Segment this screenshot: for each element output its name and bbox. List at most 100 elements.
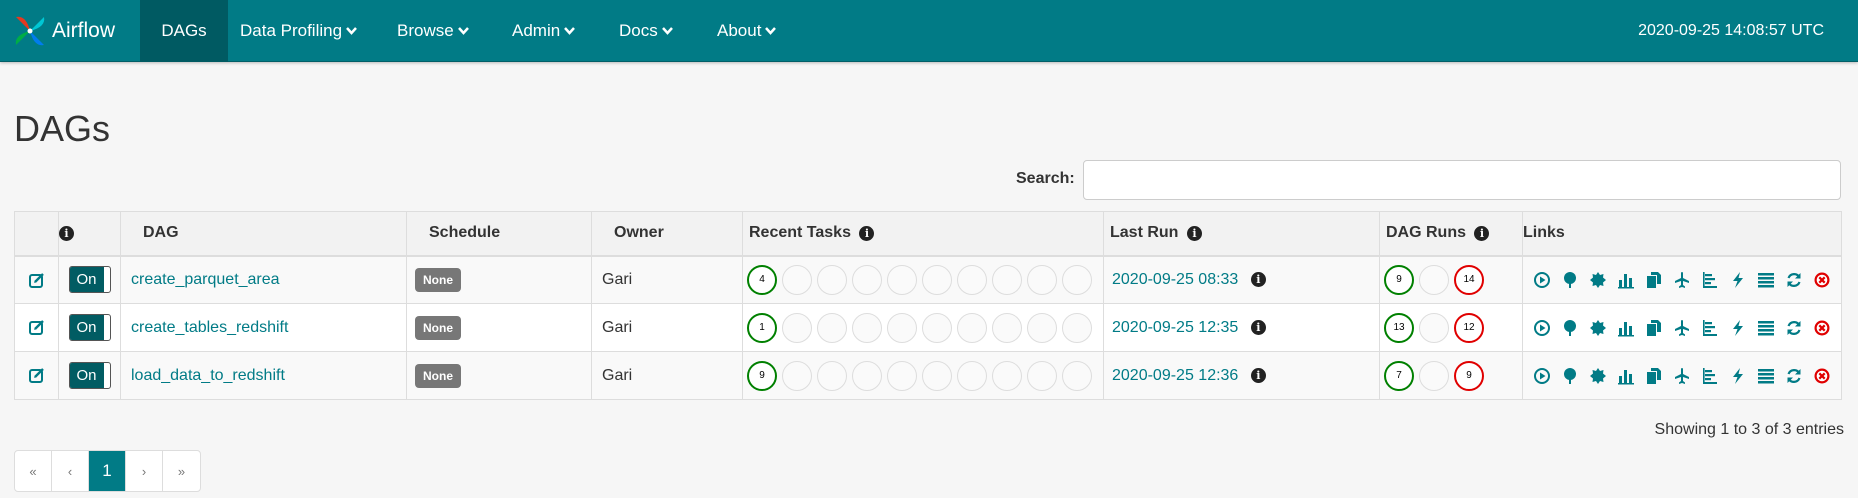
search-input[interactable] <box>1083 160 1841 200</box>
info-icon[interactable]: i <box>1250 367 1266 383</box>
task-state-success[interactable]: 1 <box>747 312 777 343</box>
header-dag[interactable]: DAG <box>120 211 407 257</box>
nav-docs[interactable]: Docs <box>619 0 673 62</box>
dag-run-success[interactable]: 13 <box>1384 312 1414 343</box>
dag-run-running[interactable] <box>1419 360 1449 391</box>
dag-link[interactable]: create_tables_redshift <box>131 319 288 336</box>
task-state-circle[interactable] <box>1062 360 1092 391</box>
last-run-link[interactable]: 2020-09-25 08:33 <box>1112 271 1238 288</box>
graph-icon[interactable] <box>1589 367 1607 385</box>
task-state-success[interactable]: 4 <box>747 264 777 295</box>
dag-run-failed[interactable]: 14 <box>1454 264 1484 295</box>
info-icon[interactable]: i <box>1186 225 1202 241</box>
nav-about[interactable]: About <box>717 0 777 62</box>
task-state-circle[interactable] <box>782 360 812 391</box>
bar-chart-icon[interactable] <box>1617 319 1635 337</box>
list-icon[interactable] <box>1757 271 1775 289</box>
task-state-circle[interactable] <box>922 312 952 343</box>
nav-browse[interactable]: Browse <box>397 0 469 62</box>
dag-link[interactable]: create_parquet_area <box>131 271 280 288</box>
delete-icon[interactable] <box>1813 367 1831 385</box>
list-icon[interactable] <box>1757 319 1775 337</box>
duration-icon[interactable] <box>1645 271 1663 289</box>
flash-icon[interactable] <box>1729 271 1747 289</box>
info-icon[interactable]: i <box>1250 319 1266 335</box>
nav-admin[interactable]: Admin <box>512 0 576 62</box>
task-state-circle[interactable] <box>992 264 1022 295</box>
info-icon[interactable]: i <box>859 225 875 241</box>
edit-icon[interactable] <box>28 318 46 336</box>
header-schedule[interactable]: Schedule <box>406 211 592 257</box>
task-state-success[interactable]: 9 <box>747 360 777 391</box>
task-state-circle[interactable] <box>817 264 847 295</box>
nav-dags[interactable]: DAGs <box>140 0 228 62</box>
dag-run-success[interactable]: 7 <box>1384 360 1414 391</box>
task-state-circle[interactable] <box>852 264 882 295</box>
task-state-circle[interactable] <box>817 360 847 391</box>
header-owner[interactable]: Owner <box>591 211 743 257</box>
pagination-first[interactable]: « <box>15 451 52 491</box>
task-state-circle[interactable] <box>782 264 812 295</box>
dag-run-failed[interactable]: 12 <box>1454 312 1484 343</box>
landing-times-icon[interactable] <box>1701 271 1719 289</box>
gantt-plane-icon[interactable] <box>1673 367 1691 385</box>
tree-icon[interactable] <box>1561 367 1579 385</box>
task-state-circle[interactable] <box>887 312 917 343</box>
info-icon[interactable]: i <box>1250 272 1266 288</box>
last-run-link[interactable]: 2020-09-25 12:36 <box>1112 367 1238 384</box>
task-state-circle[interactable] <box>852 312 882 343</box>
dag-run-failed[interactable]: 9 <box>1454 360 1484 391</box>
dag-link[interactable]: load_data_to_redshift <box>131 367 285 384</box>
dag-run-running[interactable] <box>1419 264 1449 295</box>
bar-chart-icon[interactable] <box>1617 271 1635 289</box>
task-state-circle[interactable] <box>817 312 847 343</box>
flash-icon[interactable] <box>1729 319 1747 337</box>
task-state-circle[interactable] <box>1027 264 1057 295</box>
duration-icon[interactable] <box>1645 319 1663 337</box>
edit-icon[interactable] <box>28 271 46 289</box>
task-state-circle[interactable] <box>957 312 987 343</box>
tree-icon[interactable] <box>1561 271 1579 289</box>
dag-toggle[interactable]: On <box>68 362 111 389</box>
info-icon[interactable]: i <box>1474 225 1490 241</box>
duration-icon[interactable] <box>1645 367 1663 385</box>
refresh-icon[interactable] <box>1785 319 1803 337</box>
task-state-circle[interactable] <box>922 264 952 295</box>
task-state-circle[interactable] <box>922 360 952 391</box>
delete-icon[interactable] <box>1813 319 1831 337</box>
landing-times-icon[interactable] <box>1701 367 1719 385</box>
dag-run-success[interactable]: 9 <box>1384 264 1414 295</box>
task-state-circle[interactable] <box>1027 360 1057 391</box>
pagination-next[interactable]: › <box>126 451 163 491</box>
dag-run-running[interactable] <box>1419 312 1449 343</box>
list-icon[interactable] <box>1757 367 1775 385</box>
dag-toggle[interactable]: On <box>68 266 111 294</box>
task-state-circle[interactable] <box>1062 312 1092 343</box>
task-state-circle[interactable] <box>887 360 917 391</box>
pagination-last[interactable]: » <box>163 451 200 491</box>
flash-icon[interactable] <box>1729 367 1747 385</box>
task-state-circle[interactable] <box>1027 312 1057 343</box>
task-state-circle[interactable] <box>887 264 917 295</box>
play-circle-icon[interactable] <box>1533 319 1551 337</box>
play-circle-icon[interactable] <box>1533 367 1551 385</box>
task-state-circle[interactable] <box>957 360 987 391</box>
graph-icon[interactable] <box>1589 319 1607 337</box>
gantt-plane-icon[interactable] <box>1673 319 1691 337</box>
task-state-circle[interactable] <box>992 360 1022 391</box>
graph-icon[interactable] <box>1589 271 1607 289</box>
refresh-icon[interactable] <box>1785 367 1803 385</box>
brand[interactable]: Airflow <box>12 8 115 54</box>
info-icon[interactable]: i <box>59 225 74 241</box>
task-state-circle[interactable] <box>992 312 1022 343</box>
gantt-plane-icon[interactable] <box>1673 271 1691 289</box>
tree-icon[interactable] <box>1561 319 1579 337</box>
dag-toggle[interactable]: On <box>68 314 111 341</box>
edit-icon[interactable] <box>28 366 46 384</box>
task-state-circle[interactable] <box>1062 264 1092 295</box>
task-state-circle[interactable] <box>957 264 987 295</box>
nav-data-profiling[interactable]: Data Profiling <box>240 0 357 62</box>
task-state-circle[interactable] <box>852 360 882 391</box>
bar-chart-icon[interactable] <box>1617 367 1635 385</box>
play-circle-icon[interactable] <box>1533 271 1551 289</box>
